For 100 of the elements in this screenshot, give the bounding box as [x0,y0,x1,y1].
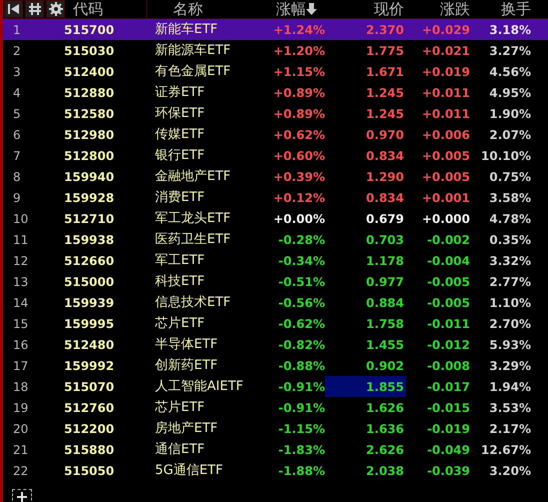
change-percent-cell-text: -0.34% [277,252,325,270]
code-cell-text: 512480 [63,336,116,354]
turnover-cell-text: 3.58% [488,190,532,206]
turnover-cell-text: 1.10% [488,294,532,312]
sort-down-icon [306,3,317,15]
row-number: 12 [12,252,30,270]
price-cell-text: 1.455 [365,336,405,354]
row-number: 11 [12,232,30,248]
change-percent-cell-text: +0.62% [272,126,325,144]
column-header[interactable]: 涨幅 [276,2,317,16]
row-number: 8 [12,168,22,186]
code-cell-text: 515070 [63,378,116,396]
price-cell-text: 1.636 [365,420,405,438]
column-header[interactable]: 换手 [501,2,531,16]
name-cell-text: 人工智能AIETF [154,378,244,396]
name-cell-text: 创新药ETF [154,357,219,375]
code-cell-text: 159940 [63,168,116,186]
price-cell-text: 1.178 [365,252,405,270]
price-cell-text: 1.626 [365,400,405,416]
turnover-cell-text: 4.95% [488,84,532,102]
price-cell-text: 1.245 [365,106,405,122]
turnover-cell-text: 4.56% [488,64,532,80]
add-button[interactable] [12,489,32,502]
settings-button[interactable] [46,0,65,18]
price-cell-text: 2.370 [365,22,405,38]
change-percent-cell-text: -1.88% [277,462,325,480]
name-cell-text: 金融地产ETF [154,168,232,186]
name-cell-text: 医药卫生ETF [154,231,232,249]
code-cell-text: 512580 [63,106,116,122]
row-number: 10 [12,210,30,228]
sort-button[interactable] [25,0,44,18]
price-cell-text: 0.970 [365,126,405,144]
price-cell-text: 1.671 [365,64,405,80]
name-cell-text: 银行ETF [154,147,206,165]
price-cell-text: 1.245 [365,84,405,102]
code-cell-text: 159928 [63,190,116,206]
change-cell-text: -0.015 [426,400,471,416]
change-cell-text: +0.005 [420,168,471,186]
code-cell-text: 159995 [63,316,116,332]
column-header[interactable]: 代码 [73,2,103,16]
code-cell-text: 512660 [63,252,116,270]
name-cell-text: 新能车ETF [154,21,219,39]
price-cell-text: 1.775 [365,42,405,60]
column-header[interactable]: 现价 [374,2,404,16]
turnover-cell-text: 2.70% [488,316,532,332]
name-cell-text: 5G通信ETF [154,462,224,480]
turnover-cell-text: 3.29% [488,358,532,374]
code-cell-text: 159939 [63,294,116,312]
row-number: 4 [12,84,22,102]
name-cell-text: 房地产ETF [154,420,219,438]
turnover-cell-text: 5.93% [488,336,532,354]
row-number: 6 [12,126,22,144]
table-row[interactable]: 1 515700 新能车ETF +1.24% 2.370 +0.029 3.18% [3,19,548,40]
change-percent-cell-text: +0.12% [272,190,325,206]
change-cell-text: -0.002 [426,232,471,248]
code-cell-text: 512400 [63,64,116,80]
turnover-cell-text: 0.75% [488,168,532,186]
code-cell-text: 159938 [63,232,116,248]
row-number: 19 [12,400,30,416]
grid-icon [28,3,40,15]
row-number: 9 [12,190,22,206]
change-cell-text: +0.011 [420,106,471,122]
code-cell-text: 515030 [63,42,116,60]
change-percent-cell-text: +0.00% [272,210,325,228]
change-percent-cell-text: -0.62% [277,316,325,332]
change-percent-cell-text: -0.91% [277,400,325,416]
turnover-cell-text: 1.94% [488,378,532,396]
code-cell-text: 512800 [63,148,116,164]
change-percent-cell-text: -0.91% [277,378,325,396]
change-cell-text: +0.000 [420,210,471,228]
first-page-button[interactable] [4,0,23,18]
row-number: 3 [12,64,22,80]
column-header[interactable]: 涨跌 [440,2,470,16]
turnover-cell-text: 3.53% [488,400,532,416]
code-cell-text: 515880 [63,442,116,458]
change-percent-cell-text: -0.88% [277,358,325,374]
change-percent-cell-text: +1.24% [272,22,325,38]
row-number: 17 [12,358,30,374]
change-percent-cell-text: +0.39% [272,168,325,186]
turnover-cell-text: 2.17% [488,420,532,438]
turnover-cell-text: 12.67% [480,442,532,458]
column-header[interactable]: 名称 [173,2,203,16]
name-cell-text: 信息技术ETF [154,294,232,312]
change-cell-text: -0.017 [426,378,471,396]
price-cell-text: 0.834 [365,148,405,164]
change-cell-text: -0.005 [426,274,471,290]
name-cell-text: 芯片ETF [154,399,206,417]
name-cell-text: 通信ETF [154,441,206,459]
change-percent-cell-text: -1.15% [277,420,325,438]
turnover-cell-text: 1.90% [488,106,532,122]
price-cell-text: 0.902 [365,358,405,374]
name-cell-text: 新能源车ETF [154,42,232,60]
turnover-cell-text: 3.18% [488,22,532,38]
change-percent-cell-text: -0.51% [277,274,325,290]
change-cell-text: +0.001 [420,190,471,206]
row-number: 14 [12,294,30,312]
name-cell-text: 环保ETF [154,105,206,123]
row-number: 1 [12,22,22,38]
code-cell-text: 512880 [63,84,116,102]
turnover-cell-text: 3.32% [488,252,532,270]
